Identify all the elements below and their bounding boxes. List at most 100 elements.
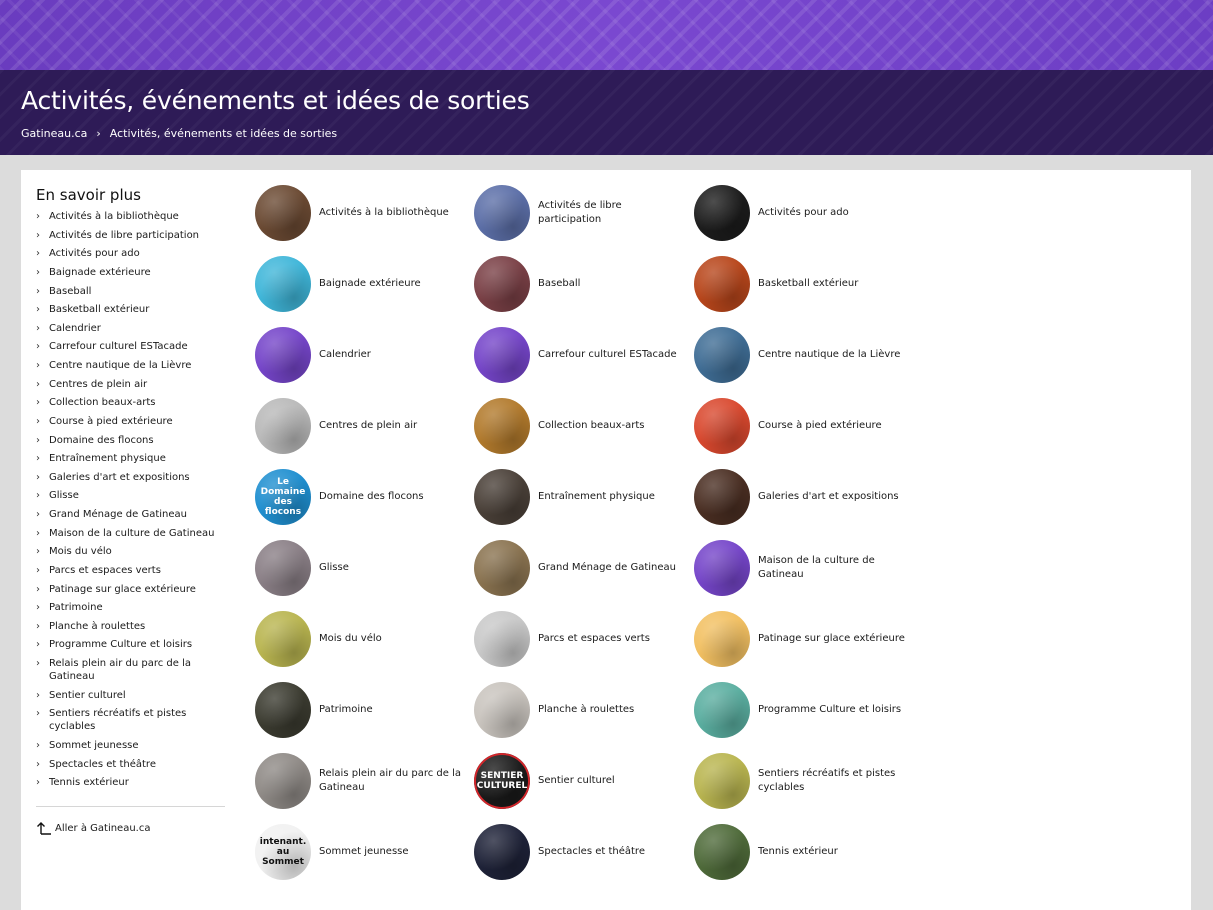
chevron-right-icon: › [36, 304, 40, 315]
activity-tile-label: Spectacles et théâtre [538, 846, 645, 857]
chevron-right-icon: › [36, 248, 40, 259]
activity-tile[interactable]: Collection beaux-arts [474, 397, 689, 455]
chevron-right-icon: › [36, 435, 40, 446]
sidebar-item-label: Maison de la culture de Gatineau [49, 528, 215, 539]
activity-tile-label: Tennis extérieur [758, 846, 838, 857]
activity-tile[interactable]: Patinage sur glace extérieure [694, 610, 909, 668]
activity-tile[interactable]: Course à pied extérieure [694, 397, 909, 455]
sidebar-item[interactable]: › Grand Ménage de Gatineau [36, 508, 229, 521]
sidebar-item[interactable]: › Patinage sur glace extérieure [36, 583, 229, 596]
sidebar-item[interactable]: › Sentiers récréatifs et pistes cyclables [36, 707, 229, 733]
chevron-right-icon: › [36, 453, 40, 464]
goto-gatineau-link[interactable]: Aller à Gatineau.ca [36, 821, 150, 835]
sidebar-divider [36, 806, 225, 807]
activity-thumbnail [474, 327, 530, 383]
activity-tile-label: Entraînement physique [538, 491, 655, 502]
chevron-right-icon: › [36, 509, 40, 520]
activity-tile[interactable]: SENTIER CULTUREL Sentier culturel [474, 752, 689, 810]
activity-tile-label: Patinage sur glace extérieure [758, 633, 905, 644]
activity-tile[interactable]: Glisse [255, 539, 470, 597]
sidebar-item[interactable]: › Carrefour culturel ESTacade [36, 340, 229, 353]
activity-tile-label: Sentier culturel [538, 775, 615, 786]
sidebar-item[interactable]: › Mois du vélo [36, 545, 229, 558]
activity-thumbnail [474, 185, 530, 241]
sidebar-item[interactable]: › Relais plein air du parc de la Gatineau [36, 657, 229, 683]
sidebar-item-label: Activités pour ado [49, 248, 140, 259]
sidebar-item[interactable]: › Entraînement physique [36, 452, 229, 465]
activity-tile[interactable]: Relais plein air du parc de la Gatineau [255, 752, 470, 810]
sidebar-item[interactable]: › Programme Culture et loisirs [36, 638, 229, 651]
sidebar-item[interactable]: › Tennis extérieur [36, 776, 229, 789]
activity-thumbnail [255, 682, 311, 738]
activity-tile[interactable]: Baseball [474, 255, 689, 313]
sidebar-item[interactable]: › Patrimoine [36, 601, 229, 614]
activity-thumbnail [694, 540, 750, 596]
sidebar-item-label: Spectacles et théâtre [49, 759, 156, 770]
activity-tile[interactable]: Carrefour culturel ESTacade [474, 326, 689, 384]
activity-tile[interactable]: Entraînement physique [474, 468, 689, 526]
activity-tile[interactable]: Spectacles et théâtre [474, 823, 689, 881]
activity-tile[interactable]: Activités à la bibliothèque [255, 184, 470, 242]
sidebar-item-label: Calendrier [49, 323, 101, 334]
activity-tile[interactable]: Activités pour ado [694, 184, 909, 242]
activity-thumbnail [255, 611, 311, 667]
sidebar-item[interactable]: › Activités pour ado [36, 247, 229, 260]
activity-thumbnail [255, 185, 311, 241]
sidebar-item[interactable]: › Calendrier [36, 322, 229, 335]
sidebar-item-label: Galeries d'art et expositions [49, 472, 190, 483]
activity-tile[interactable]: Galeries d'art et expositions [694, 468, 909, 526]
activity-tile-label: Baseball [538, 278, 581, 289]
activity-thumbnail [474, 824, 530, 880]
activity-tile[interactable]: Planche à roulettes [474, 681, 689, 739]
activity-tile[interactable]: Maison de la culture de Gatineau [694, 539, 909, 597]
sidebar-item[interactable]: › Sentier culturel [36, 689, 229, 702]
activity-tile[interactable]: Tennis extérieur [694, 823, 909, 881]
activity-tile-label: Centre nautique de la Lièvre [758, 349, 901, 360]
sidebar-item[interactable]: › Baignade extérieure [36, 266, 229, 279]
sidebar-item[interactable]: › Domaine des flocons [36, 434, 229, 447]
decorative-banner [0, 0, 1213, 70]
activity-tile[interactable]: Calendrier [255, 326, 470, 384]
activity-tile[interactable]: Parcs et espaces verts [474, 610, 689, 668]
sidebar-item[interactable]: › Planche à roulettes [36, 620, 229, 633]
sidebar-item[interactable]: › Centres de plein air [36, 378, 229, 391]
activity-tile-label: Maison de la culture de Gatineau [758, 555, 875, 580]
activity-tile[interactable]: Centre nautique de la Lièvre [694, 326, 909, 384]
activity-tile[interactable]: Baignade extérieure [255, 255, 470, 313]
activity-tile-label: Domaine des flocons [319, 491, 424, 502]
activity-thumbnail [474, 611, 530, 667]
activity-tile[interactable]: Le Domaine des flocons Domaine des flocon… [255, 468, 470, 526]
chevron-right-icon: › [36, 267, 40, 278]
activity-tile[interactable]: Centres de plein air [255, 397, 470, 455]
sidebar-item[interactable]: › Basketball extérieur [36, 303, 229, 316]
sidebar-item[interactable]: › Spectacles et théâtre [36, 758, 229, 771]
activity-thumbnail [255, 327, 311, 383]
sidebar-item[interactable]: › Course à pied extérieure [36, 415, 229, 428]
sidebar-item-label: Centre nautique de la Lièvre [49, 360, 192, 371]
sidebar-item[interactable]: › Activités à la bibliothèque [36, 210, 229, 223]
sidebar-item-label: Sommet jeunesse [49, 740, 139, 751]
sidebar-item[interactable]: › Centre nautique de la Lièvre [36, 359, 229, 372]
activity-tile-label: Centres de plein air [319, 420, 418, 431]
sidebar-item[interactable]: › Parcs et espaces verts [36, 564, 229, 577]
chevron-right-icon: › [36, 230, 40, 241]
chevron-right-icon: › [36, 602, 40, 613]
sidebar-item[interactable]: › Baseball [36, 285, 229, 298]
sidebar-item[interactable]: › Glisse [36, 489, 229, 502]
sidebar-item-label: Programme Culture et loisirs [49, 639, 193, 650]
activity-tile[interactable]: Grand Ménage de Gatineau [474, 539, 689, 597]
sidebar-item[interactable]: › Sommet jeunesse [36, 739, 229, 752]
sidebar-item[interactable]: › Collection beaux-arts [36, 396, 229, 409]
activity-tile[interactable]: intenant. au Sommet Sommet jeunesse [255, 823, 470, 881]
sidebar-item[interactable]: › Activités de libre participation [36, 229, 229, 242]
activity-tile[interactable]: Mois du vélo [255, 610, 470, 668]
sidebar-item-label: Glisse [49, 490, 79, 501]
sidebar-item[interactable]: › Galeries d'art et expositions [36, 471, 229, 484]
activity-tile[interactable]: Programme Culture et loisirs [694, 681, 909, 739]
breadcrumb-home-link[interactable]: Gatineau.ca [21, 127, 87, 140]
activity-tile[interactable]: Basketball extérieur [694, 255, 909, 313]
activity-tile[interactable]: Sentiers récréatifs et pistes cyclables [694, 752, 909, 810]
activity-tile[interactable]: Patrimoine [255, 681, 470, 739]
sidebar-item[interactable]: › Maison de la culture de Gatineau [36, 527, 229, 540]
activity-tile[interactable]: Activités de libre participation [474, 184, 689, 242]
